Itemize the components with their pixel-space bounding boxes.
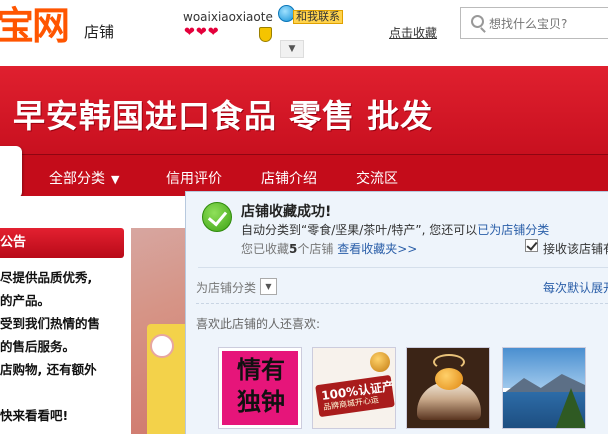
top-header: 宝网 店铺 woaixiaoxiaote 和我联系 ❤❤❤ ▼ 点击收藏	[0, 0, 608, 66]
cake-topping	[435, 368, 463, 390]
product-logo	[150, 334, 174, 358]
view-favorites-link[interactable]: 查看收藏夹>>	[337, 242, 417, 256]
nav-side-tab	[0, 146, 22, 198]
nav-item-all-categories[interactable]: 全部分类 ▼	[49, 168, 119, 188]
notice-title: 公告	[0, 228, 124, 258]
search-icon	[471, 15, 484, 28]
seller-rating-hearts: ❤❤❤	[184, 25, 220, 40]
notice-line: 受到我们热情的售	[0, 316, 101, 331]
search-input[interactable]	[489, 15, 608, 33]
recommended-shop-thumb[interactable]: 100%认证产 品牌商城开心运	[312, 347, 396, 429]
default-expand-link[interactable]: 每次默认展开	[543, 279, 608, 296]
logo-subtitle: 店铺	[84, 23, 115, 41]
favorite-success-popup: 店铺收藏成功! 自动分类到“零食/坚果/茶叶/特产”, 您还可以已为店铺分类 您…	[185, 191, 608, 434]
nav-item-forum[interactable]: 交流区	[356, 168, 398, 188]
consumer-protection-icon[interactable]	[259, 27, 272, 42]
also-like-heading: 喜欢此店铺的人还喜欢:	[196, 317, 321, 331]
favorite-count-prefix: 您已收藏	[241, 242, 290, 256]
notice-body: 尽提供品质优秀, 的产品。 受到我们热情的售 的售后服务。 店购物, 还有额外 …	[0, 266, 126, 427]
add-favorite-link[interactable]: 点击收藏	[389, 24, 437, 41]
recommended-shop-thumb[interactable]	[502, 347, 586, 429]
shop-title: 早安韩国进口食品 零售 批发	[13, 97, 434, 135]
notice-line	[0, 381, 126, 404]
notice-line: 的售后服务。	[0, 339, 76, 354]
chevron-down-icon[interactable]: ▼	[280, 40, 304, 58]
sidebar: 公告 尽提供品质优秀, 的产品。 受到我们热情的售 的售后服务。 店购物, 还有…	[0, 196, 128, 434]
notice-line: 店购物, 还有额外	[0, 362, 97, 377]
divider	[198, 267, 608, 268]
divider	[196, 303, 608, 304]
nav-item-shop-intro[interactable]: 店铺介绍	[261, 168, 317, 188]
popup-title: 店铺收藏成功!	[241, 204, 332, 220]
category-label: 为店铺分类	[196, 281, 257, 295]
notice-line: 尽提供品质优秀,	[0, 270, 93, 285]
check-success-icon	[202, 202, 232, 232]
nav-item-credit-rating[interactable]: 信用评价	[166, 168, 222, 188]
popup-category-info: 自动分类到“零食/坚果/茶叶/特产”, 您还可以已为店铺分类	[241, 221, 549, 238]
notice-line: 快来看看吧!	[0, 408, 69, 423]
nav-item-label: 全部分类	[49, 171, 105, 187]
recommended-shop-thumb[interactable]: 情有独钟	[218, 347, 302, 429]
shop-nav: 全部分类 ▼ 信用评价 店铺介绍 交流区	[0, 146, 608, 198]
recommended-shop-thumb[interactable]	[406, 347, 490, 429]
notice-line: 的产品。	[0, 293, 51, 308]
seller-name[interactable]: woaixiaoxiaote	[183, 10, 273, 24]
categorize-shop-link[interactable]: 已为店铺分类	[477, 223, 549, 237]
receive-updates-label[interactable]: 接收该店铺有	[543, 240, 608, 257]
search-box[interactable]	[460, 7, 608, 39]
popup-favorite-count: 您已收藏5个店铺 查看收藏夹>>	[241, 240, 417, 257]
category-dropdown[interactable]: ▼	[260, 278, 277, 295]
popup-category-text: 自动分类到“零食/坚果/茶叶/特产”, 您还可以	[241, 223, 478, 237]
thumb-text: 情有独钟	[237, 355, 285, 416]
contact-me-button[interactable]: 和我联系	[293, 10, 343, 24]
receive-updates-checkbox[interactable]	[525, 239, 538, 252]
sugar-spiral	[433, 354, 465, 370]
taobao-logo[interactable]: 宝网	[0, 4, 70, 48]
chevron-down-icon: ▼	[111, 173, 120, 186]
favorite-count-suffix: 个店铺	[297, 242, 334, 256]
shop-banner: 早安韩国进口食品 零售 批发	[0, 66, 608, 154]
coin-icon	[370, 352, 390, 372]
